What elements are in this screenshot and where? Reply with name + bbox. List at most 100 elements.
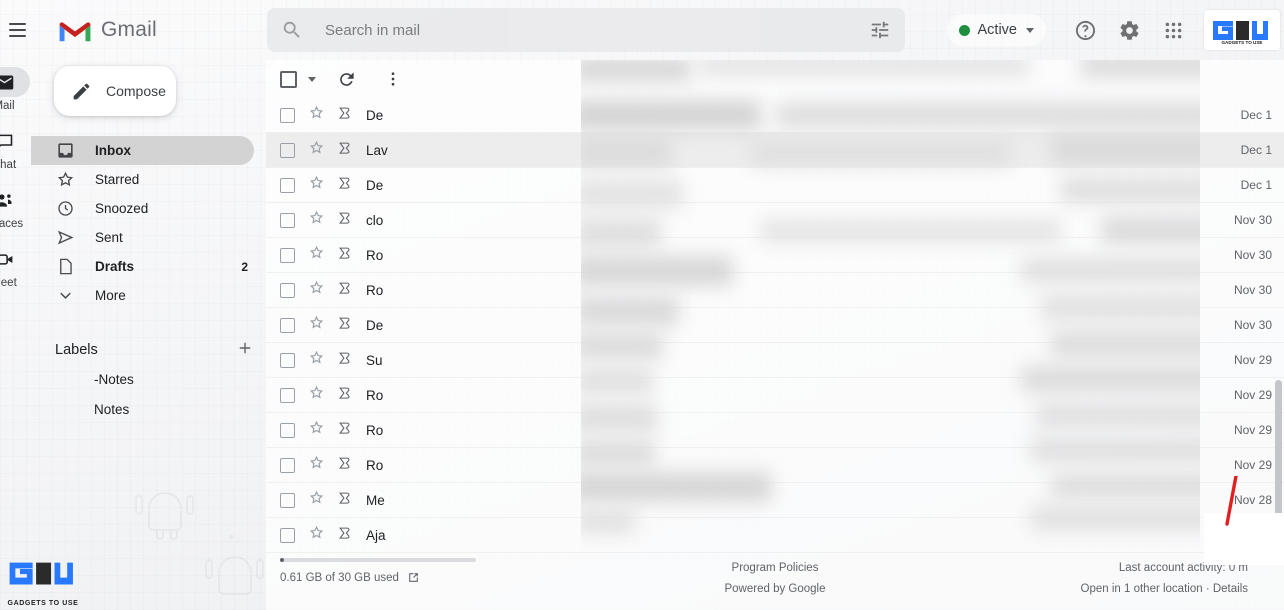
row-checkbox[interactable] <box>280 247 295 263</box>
rail-item-mail[interactable]: Mail <box>0 62 30 114</box>
row-checkbox[interactable] <box>280 492 295 508</box>
row-subject-snippet <box>412 308 1206 342</box>
list-toolbar <box>266 60 1284 98</box>
table-row[interactable]: Lav Dec 1 <box>266 133 1284 168</box>
labels-header: Labels <box>55 336 254 364</box>
select-all-chevron-down-icon[interactable] <box>308 76 316 82</box>
star-icon[interactable] <box>308 244 326 266</box>
settings-button[interactable] <box>1108 9 1150 51</box>
table-row[interactable]: clo Nov 30 <box>266 203 1284 238</box>
important-marker-icon[interactable] <box>337 455 353 475</box>
row-sender: Ro <box>366 247 384 263</box>
important-marker-icon[interactable] <box>337 525 353 545</box>
more-options-button[interactable] <box>376 62 410 96</box>
table-row[interactable]: De Dec 1 <box>266 98 1284 133</box>
sidebar-item-sent[interactable]: Sent <box>31 223 254 252</box>
star-icon[interactable] <box>308 489 326 511</box>
search-bar[interactable] <box>267 8 905 52</box>
star-icon[interactable] <box>308 419 326 441</box>
gtu-logo-icon: GADGETS TO USE <box>1213 21 1268 45</box>
rail-icon-pill <box>0 185 30 215</box>
star-icon[interactable] <box>308 314 326 336</box>
sidebar-item-more[interactable]: More <box>31 281 254 310</box>
clock-icon <box>55 199 75 218</box>
table-row[interactable]: Su Nov 29 <box>266 343 1284 378</box>
row-sender: Ro <box>366 457 384 473</box>
sidebar-label-notes-dash[interactable]: -Notes <box>31 364 266 394</box>
rail-item-spaces[interactable]: Spaces <box>0 180 30 232</box>
help-button[interactable] <box>1064 9 1106 51</box>
refresh-button[interactable] <box>329 62 363 96</box>
row-checkbox[interactable] <box>280 422 295 438</box>
label-tag-icon <box>55 403 73 416</box>
table-row[interactable]: Ro Nov 30 <box>266 273 1284 308</box>
refresh-icon <box>339 71 354 86</box>
sidebar-item-inbox[interactable]: Inbox <box>31 136 254 165</box>
important-marker-icon[interactable] <box>337 420 353 440</box>
important-marker-icon[interactable] <box>337 350 353 370</box>
row-checkbox[interactable] <box>280 107 295 123</box>
table-row[interactable]: Ro Nov 30 <box>266 238 1284 273</box>
compose-button[interactable]: Compose <box>54 66 176 116</box>
mail-envelope-icon <box>0 75 13 89</box>
sidebar-label-notes[interactable]: Notes <box>31 394 266 424</box>
star-icon <box>55 170 75 189</box>
row-date: Dec 1 <box>1240 178 1272 192</box>
select-all-checkbox[interactable] <box>280 70 297 88</box>
row-checkbox[interactable] <box>280 212 295 228</box>
sidebar-item-starred[interactable]: Starred <box>31 165 254 194</box>
row-sender: Lav <box>366 142 388 158</box>
important-marker-icon[interactable] <box>337 315 353 335</box>
important-marker-icon[interactable] <box>337 105 353 125</box>
row-checkbox[interactable] <box>280 527 295 543</box>
sidebar-item-drafts[interactable]: Drafts 2 <box>31 252 254 281</box>
important-marker-icon[interactable] <box>337 280 353 300</box>
search-input[interactable] <box>325 21 869 39</box>
sidebar-item-snoozed[interactable]: Snoozed <box>31 194 254 223</box>
sidebar-nav: Inbox Starred Snoozed Sent Drafts 2 More <box>31 136 266 310</box>
hamburger-icon[interactable] <box>0 13 34 47</box>
plus-icon[interactable] <box>236 339 254 362</box>
external-link-icon[interactable] <box>407 571 420 584</box>
table-row[interactable]: Ro Nov 29 <box>266 448 1284 483</box>
program-policies-link[interactable]: Program Policies <box>724 558 825 579</box>
google-apps-button[interactable] <box>1152 9 1194 51</box>
important-marker-icon[interactable] <box>337 210 353 230</box>
white-cover-overlay <box>1204 513 1284 565</box>
row-checkbox[interactable] <box>280 387 295 403</box>
star-icon[interactable] <box>308 384 326 406</box>
star-icon[interactable] <box>308 454 326 476</box>
important-marker-icon[interactable] <box>337 140 353 160</box>
row-checkbox[interactable] <box>280 142 295 158</box>
row-checkbox[interactable] <box>280 317 295 333</box>
rail-item-meet[interactable]: Meet <box>0 239 30 291</box>
sidebar-label: More <box>95 288 126 303</box>
important-marker-icon[interactable] <box>337 385 353 405</box>
row-checkbox[interactable] <box>280 352 295 368</box>
star-icon[interactable] <box>308 104 326 126</box>
table-row[interactable]: Ro Nov 29 <box>266 413 1284 448</box>
storage-bar <box>280 558 476 562</box>
row-checkbox[interactable] <box>280 282 295 298</box>
star-icon[interactable] <box>308 209 326 231</box>
status-badge[interactable]: Active <box>946 14 1046 46</box>
star-icon[interactable] <box>308 139 326 161</box>
star-icon[interactable] <box>308 174 326 196</box>
table-row[interactable]: Ro Nov 29 <box>266 378 1284 413</box>
table-row[interactable]: Me Nov 28 <box>266 483 1284 518</box>
important-marker-icon[interactable] <box>337 175 353 195</box>
star-icon[interactable] <box>308 279 326 301</box>
important-marker-icon[interactable] <box>337 245 353 265</box>
open-other-location[interactable]: Open in 1 other location · Details <box>1081 579 1248 600</box>
tune-filter-icon[interactable] <box>869 19 891 41</box>
row-subject-snippet <box>412 98 1206 132</box>
rail-item-chat[interactable]: Chat <box>0 121 30 173</box>
table-row[interactable]: De Nov 30 <box>266 308 1284 343</box>
table-row[interactable]: Aja <box>266 518 1284 553</box>
star-icon[interactable] <box>308 349 326 371</box>
table-row[interactable]: De Dec 1 <box>266 168 1284 203</box>
important-marker-icon[interactable] <box>337 490 353 510</box>
row-checkbox[interactable] <box>280 177 295 193</box>
row-checkbox[interactable] <box>280 457 295 473</box>
star-icon[interactable] <box>308 524 326 546</box>
